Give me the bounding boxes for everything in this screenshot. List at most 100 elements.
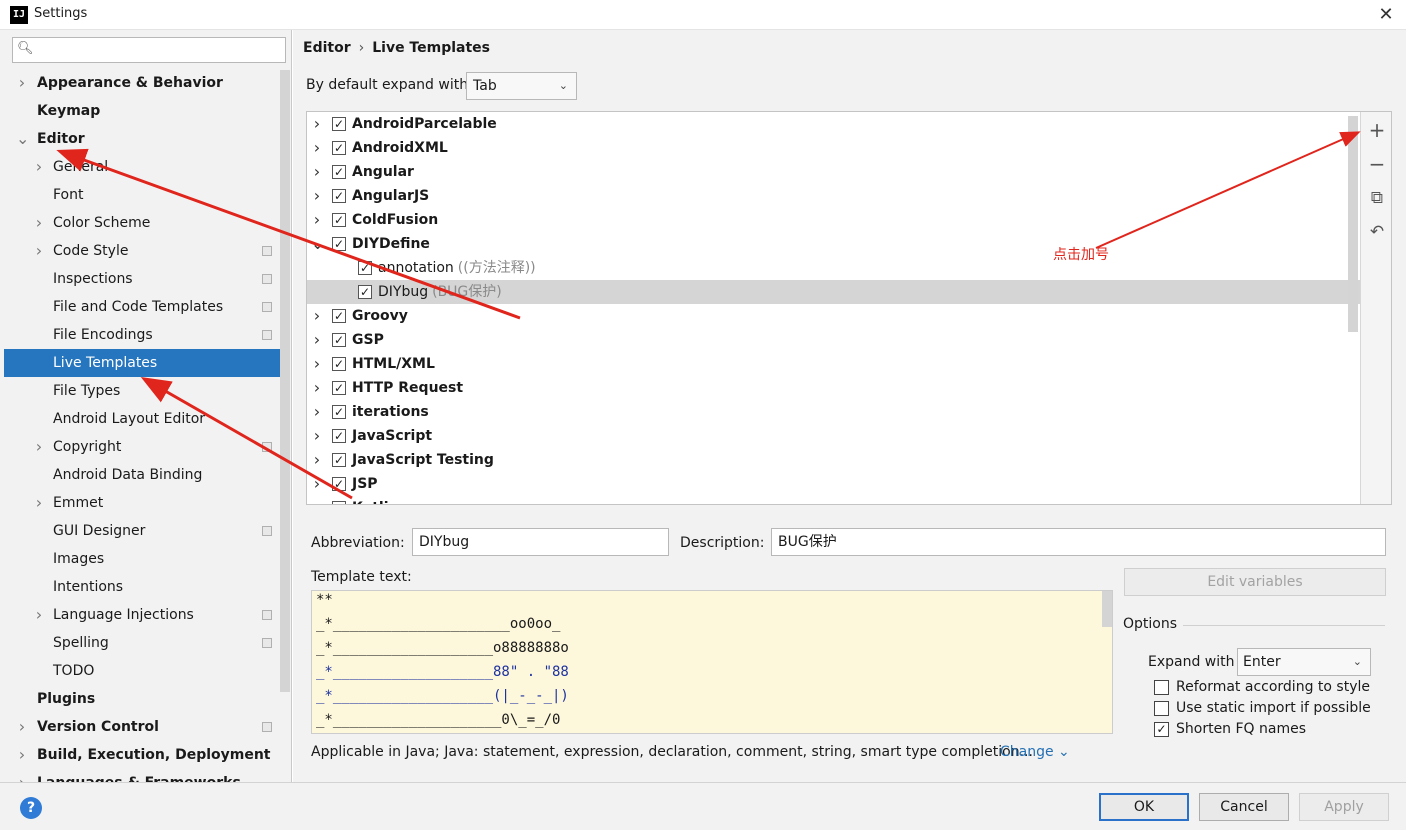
chevron-right-icon[interactable]: › — [311, 496, 323, 504]
sidebar-item-copyright[interactable]: › Copyright — [4, 433, 280, 461]
template-checkbox[interactable]: ✓ — [332, 237, 346, 251]
template-checkbox[interactable]: ✓ — [332, 381, 346, 395]
template-group-gsp[interactable]: › ✓ GSP — [307, 328, 1360, 352]
template-checkbox[interactable]: ✓ — [358, 261, 372, 275]
ok-button[interactable]: OK — [1099, 793, 1189, 821]
template-group-angularjs[interactable]: › ✓ AngularJS — [307, 184, 1360, 208]
sidebar-item-android-data-binding[interactable]: Android Data Binding — [4, 461, 280, 489]
remove-icon[interactable]: − — [1365, 152, 1389, 176]
template-checkbox[interactable]: ✓ — [332, 405, 346, 419]
sidebar-item-build-execution-deployment[interactable]: › Build, Execution, Deployment — [4, 741, 280, 769]
template-text-editor[interactable]: ** _*_____________________oo0oo_ _*_______… — [311, 590, 1113, 734]
sidebar-item-emmet[interactable]: › Emmet — [4, 489, 280, 517]
abbreviation-input[interactable]: DIYbug — [412, 528, 669, 556]
sidebar-item-general[interactable]: › General — [4, 153, 280, 181]
options-expand-with-select[interactable]: Enter ⌄ — [1237, 648, 1371, 676]
template-group-androidparcelable[interactable]: › ✓ AndroidParcelable — [307, 112, 1360, 136]
template-scrollbar[interactable] — [1102, 591, 1112, 627]
change-contexts-link[interactable]: Change ⌄ — [1000, 744, 1070, 760]
template-group-groovy[interactable]: › ✓ Groovy — [307, 304, 1360, 328]
sidebar-item-font[interactable]: Font — [4, 181, 280, 209]
chevron-right-icon[interactable]: › — [33, 601, 45, 629]
sidebar-item-language-injections[interactable]: › Language Injections — [4, 601, 280, 629]
sidebar-item-languages-frameworks[interactable]: › Languages & Frameworks — [4, 769, 280, 782]
template-checkbox[interactable]: ✓ — [332, 117, 346, 131]
template-checkbox[interactable]: ✓ — [332, 501, 346, 504]
chevron-right-icon[interactable]: › — [16, 69, 28, 97]
cancel-button[interactable]: Cancel — [1199, 793, 1289, 821]
sidebar-item-file-types[interactable]: File Types — [4, 377, 280, 405]
chevron-right-icon[interactable]: › — [33, 489, 45, 517]
sidebar-item-version-control[interactable]: › Version Control — [4, 713, 280, 741]
chevron-right-icon[interactable]: › — [311, 424, 323, 448]
option-checkbox[interactable] — [1154, 680, 1169, 695]
template-checkbox[interactable]: ✓ — [332, 477, 346, 491]
chevron-right-icon[interactable]: › — [311, 136, 323, 160]
template-checkbox[interactable]: ✓ — [332, 309, 346, 323]
apply-button[interactable]: Apply — [1299, 793, 1389, 821]
sidebar-item-keymap[interactable]: Keymap — [4, 97, 280, 125]
sidebar-item-code-style[interactable]: › Code Style — [4, 237, 280, 265]
template-group-iterations[interactable]: › ✓ iterations — [307, 400, 1360, 424]
chevron-right-icon[interactable]: › — [311, 208, 323, 232]
template-group-javascript[interactable]: › ✓ JavaScript — [307, 424, 1360, 448]
chevron-right-icon[interactable]: › — [311, 448, 323, 472]
sidebar-item-inspections[interactable]: Inspections — [4, 265, 280, 293]
sidebar-item-appearance-behavior[interactable]: › Appearance & Behavior — [4, 69, 280, 97]
template-group-html-xml[interactable]: › ✓ HTML/XML — [307, 352, 1360, 376]
template-checkbox[interactable]: ✓ — [332, 429, 346, 443]
sidebar-item-todo[interactable]: TODO — [4, 657, 280, 685]
sidebar-item-android-layout-editor[interactable]: Android Layout Editor — [4, 405, 280, 433]
chevron-right-icon[interactable]: › — [33, 433, 45, 461]
help-icon[interactable]: ? — [20, 797, 42, 819]
sidebar-item-editor[interactable]: ⌄ Editor — [4, 125, 280, 153]
sidebar-item-gui-designer[interactable]: GUI Designer — [4, 517, 280, 545]
chevron-right-icon[interactable]: › — [33, 153, 45, 181]
settings-search-input[interactable]: 🔍︎ — [12, 37, 286, 63]
sidebar-item-color-scheme[interactable]: › Color Scheme — [4, 209, 280, 237]
sidebar-item-file-encodings[interactable]: File Encodings — [4, 321, 280, 349]
template-checkbox[interactable]: ✓ — [358, 285, 372, 299]
chevron-right-icon[interactable]: › — [311, 304, 323, 328]
chevron-right-icon[interactable]: › — [311, 472, 323, 496]
sidebar-item-spelling[interactable]: Spelling — [4, 629, 280, 657]
template-annotation[interactable]: ✓ annotation ((方法注释)) — [307, 256, 1360, 280]
breadcrumb-parent[interactable]: Editor — [303, 40, 351, 56]
sidebar-item-images[interactable]: Images — [4, 545, 280, 573]
sidebar-item-file-and-code-templates[interactable]: File and Code Templates — [4, 293, 280, 321]
chevron-right-icon[interactable]: › — [311, 160, 323, 184]
template-checkbox[interactable]: ✓ — [332, 141, 346, 155]
close-button[interactable]: ✕ — [1372, 2, 1400, 28]
chevron-right-icon[interactable]: › — [33, 237, 45, 265]
copy-icon[interactable]: ⧉ — [1365, 186, 1389, 210]
template-group-coldfusion[interactable]: › ✓ ColdFusion — [307, 208, 1360, 232]
option-checkbox[interactable] — [1154, 701, 1169, 716]
chevron-right-icon[interactable]: › — [16, 741, 28, 769]
chevron-down-icon[interactable]: ⌄ — [16, 125, 29, 153]
template-group-javascript-testing[interactable]: › ✓ JavaScript Testing — [307, 448, 1360, 472]
description-input[interactable]: BUG保护 — [771, 528, 1386, 556]
template-group-jsp[interactable]: › ✓ JSP — [307, 472, 1360, 496]
chevron-right-icon[interactable]: › — [33, 209, 45, 237]
edit-variables-button[interactable]: Edit variables — [1124, 568, 1386, 596]
sidebar-item-plugins[interactable]: Plugins — [4, 685, 280, 713]
chevron-right-icon[interactable]: › — [311, 400, 323, 424]
expand-with-select[interactable]: Tab ⌄ — [466, 72, 577, 100]
chevron-down-icon[interactable]: ⌄ — [311, 232, 324, 256]
chevron-right-icon[interactable]: › — [311, 184, 323, 208]
add-icon[interactable]: + — [1365, 118, 1389, 142]
sidebar-item-intentions[interactable]: Intentions — [4, 573, 280, 601]
templates-scrollbar[interactable] — [1348, 116, 1358, 332]
template-group-androidxml[interactable]: › ✓ AndroidXML — [307, 136, 1360, 160]
chevron-right-icon[interactable]: › — [16, 769, 28, 782]
chevron-right-icon[interactable]: › — [311, 328, 323, 352]
template-group-angular[interactable]: › ✓ Angular — [307, 160, 1360, 184]
chevron-right-icon[interactable]: › — [311, 376, 323, 400]
template-group-http-request[interactable]: › ✓ HTTP Request — [307, 376, 1360, 400]
template-checkbox[interactable]: ✓ — [332, 189, 346, 203]
template-checkbox[interactable]: ✓ — [332, 453, 346, 467]
option-checkbox[interactable]: ✓ — [1154, 722, 1169, 737]
template-diybug[interactable]: ✓ DIYbug (BUG保护) — [307, 280, 1360, 304]
template-checkbox[interactable]: ✓ — [332, 333, 346, 347]
sidebar-item-live-templates[interactable]: Live Templates — [4, 349, 280, 377]
